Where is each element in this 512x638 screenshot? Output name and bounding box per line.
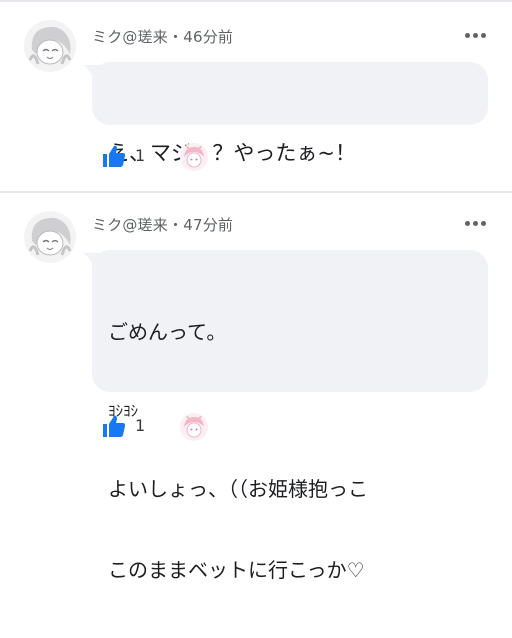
comment-text: ごめんって。 ﾖｼﾖｼ よいしょっ、（（お姫様抱っこ このままベットに行こっか♡ xyxy=(108,265,368,638)
comment-text-line: よいしょっ、（（お姫様抱っこ xyxy=(108,477,368,501)
thumbs-up-icon[interactable] xyxy=(102,414,126,438)
comment-bubble: ごめんって。 ﾖｼﾖｼ よいしょっ、（（お姫様抱っこ このままベットに行こっか♡ xyxy=(83,250,488,582)
more-options-button[interactable] xyxy=(461,214,491,234)
more-options-icon xyxy=(465,33,470,38)
author-avatar[interactable] xyxy=(24,211,76,263)
comment-2: ミク@瑳来・47分前 ごめんって。 ﾖｼﾖｼ よいしょっ、（（お姫様抱っこ この… xyxy=(0,193,512,582)
comment-bubble: え、マジ、？やったぁ~！ xyxy=(83,62,488,165)
comment-text-line: ごめんって。 xyxy=(108,320,227,344)
comment-text-line: ﾖｼﾖｼ xyxy=(108,402,139,420)
meta-separator: ・ xyxy=(168,28,184,46)
thumbs-up-icon[interactable] xyxy=(102,144,126,168)
comment-time[interactable]: 46分前 xyxy=(183,28,233,46)
comment-meta: ミク@瑳来・46分前 xyxy=(92,26,233,47)
like-count: 1 xyxy=(135,146,146,165)
author-name[interactable]: ミク@瑳来 xyxy=(92,216,168,234)
more-options-button[interactable] xyxy=(461,26,491,46)
reactor-avatar[interactable] xyxy=(180,143,208,171)
bubble-tail xyxy=(83,253,101,269)
meta-separator: ・ xyxy=(168,216,184,234)
comment-meta: ミク@瑳来・47分前 xyxy=(92,214,233,235)
reactor-avatar[interactable] xyxy=(180,413,208,441)
author-avatar[interactable] xyxy=(24,20,76,72)
author-name[interactable]: ミク@瑳来 xyxy=(92,28,168,46)
comment-time[interactable]: 47分前 xyxy=(183,216,233,234)
comment-text-line: このままベットに行こっか♡ xyxy=(108,558,365,582)
bubble-tail xyxy=(83,65,101,81)
comment-1: ミク@瑳来・46分前 え、マジ、？やったぁ~！ 1 xyxy=(0,0,512,191)
more-options-icon xyxy=(465,221,470,226)
like-count: 1 xyxy=(135,416,146,435)
comment-text-line: え、マジ、？やったぁ~！ xyxy=(108,141,356,165)
